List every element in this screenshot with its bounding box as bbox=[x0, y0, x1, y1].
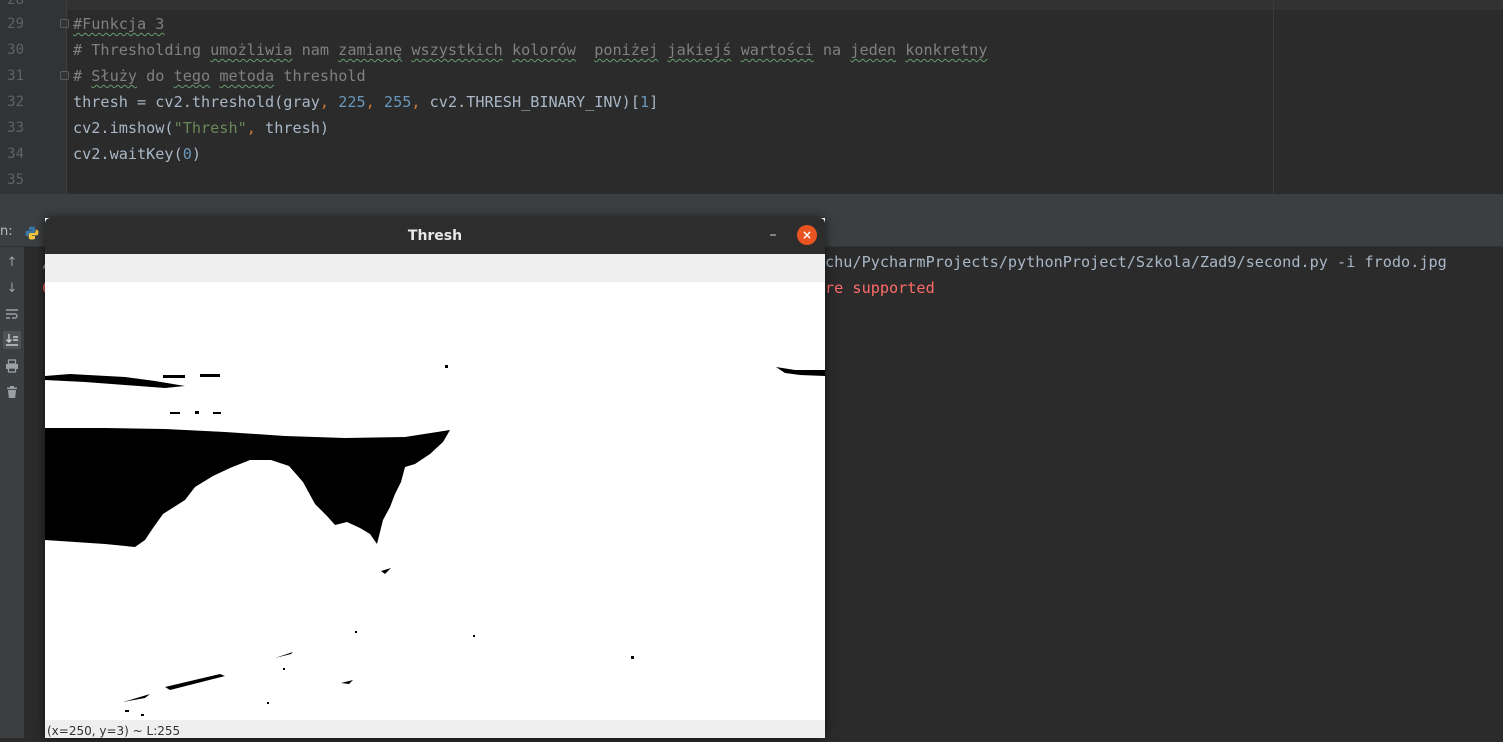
comment-text: threshold bbox=[274, 67, 366, 85]
comment-text bbox=[210, 67, 219, 85]
code-token: thresh) bbox=[265, 119, 330, 137]
right-margin-guide bbox=[1273, 0, 1274, 194]
comment-text: na bbox=[813, 41, 851, 59]
line-number-gutter: 28 29 30 31 32 33 34 35 bbox=[0, 0, 69, 194]
code-line-30[interactable]: # Thresholding umożliwia nam zamianę wsz… bbox=[73, 37, 988, 63]
code-line-33[interactable]: cv2.imshow("Thresh", thresh) bbox=[73, 115, 329, 141]
comment-text bbox=[896, 41, 905, 59]
code-number: 225 bbox=[338, 93, 366, 111]
up-arrow-icon[interactable]: ↑ bbox=[3, 253, 21, 271]
down-arrow-icon[interactable]: ↓ bbox=[3, 279, 21, 297]
line-number: 32 bbox=[7, 94, 24, 110]
fold-marker-icon[interactable] bbox=[60, 71, 69, 80]
comment-text: # bbox=[73, 67, 92, 85]
comment-text: # Thresholding bbox=[73, 41, 211, 59]
code-number: 255 bbox=[383, 93, 412, 111]
comment-word: kolorów bbox=[511, 41, 576, 59]
line-number: 33 bbox=[7, 120, 24, 136]
window-title: Thresh bbox=[407, 228, 463, 244]
comment-word: jakiejś bbox=[667, 41, 732, 59]
print-icon[interactable] bbox=[3, 357, 21, 375]
current-line-highlight bbox=[0, 0, 1503, 10]
comment-text: #Funkcja 3 bbox=[73, 15, 165, 33]
comment-word: metoda bbox=[219, 67, 275, 85]
scroll-to-end-icon[interactable] bbox=[3, 331, 21, 349]
window-toolbar bbox=[45, 254, 825, 282]
console-toolbar: ↑ ↓ bbox=[0, 247, 24, 738]
line-number: 34 bbox=[7, 146, 24, 162]
python-icon[interactable] bbox=[24, 225, 40, 241]
code-number: 1 bbox=[639, 93, 650, 111]
window-titlebar[interactable]: Thresh – × bbox=[45, 218, 825, 254]
comment-text bbox=[731, 41, 740, 59]
comment-word: jeden bbox=[850, 41, 897, 59]
code-punct: , bbox=[411, 93, 430, 111]
comment-text: nam bbox=[292, 41, 339, 59]
code-punct: , bbox=[365, 93, 384, 111]
console-error-line: re supported bbox=[825, 279, 935, 297]
panel-splitter[interactable] bbox=[0, 194, 1503, 220]
comment-text bbox=[576, 41, 594, 59]
comment-text bbox=[402, 41, 411, 59]
comment-word: wszystkich bbox=[411, 41, 503, 59]
line-number: 31 bbox=[7, 68, 24, 84]
code-punct: , bbox=[246, 119, 266, 137]
line-number: 29 bbox=[7, 16, 24, 32]
code-line-29[interactable]: #Funkcja 3 bbox=[73, 11, 164, 37]
code-token: cv2.waitKey( bbox=[73, 145, 183, 163]
code-string: "Thresh" bbox=[173, 119, 247, 137]
code-token: thresh = cv2.threshold(gray bbox=[73, 93, 320, 111]
binary-image bbox=[45, 282, 825, 720]
fold-marker-icon[interactable] bbox=[60, 19, 69, 28]
comment-word: wartości bbox=[740, 41, 814, 59]
comment-text bbox=[503, 41, 512, 59]
thresholded-image[interactable] bbox=[45, 282, 825, 720]
run-label: n: bbox=[0, 224, 13, 239]
line-number: 30 bbox=[7, 42, 24, 58]
code-token: cv2.imshow( bbox=[73, 119, 174, 137]
status-bar: (x=250, y=3) ~ L:255 bbox=[45, 720, 825, 738]
code-token: ) bbox=[191, 145, 202, 163]
comment-word: umożliwia bbox=[210, 41, 293, 59]
thresh-image-window[interactable]: Thresh – × (x=250, y=3) ~ L:255 bbox=[45, 218, 825, 738]
comment-word: zamianę bbox=[338, 41, 403, 59]
line-number: 35 bbox=[7, 172, 24, 188]
code-line-34[interactable]: cv2.waitKey(0) bbox=[73, 141, 201, 167]
comment-word: Służy bbox=[91, 67, 138, 85]
close-icon[interactable]: × bbox=[797, 225, 817, 245]
code-punct: , bbox=[319, 93, 339, 111]
trash-icon[interactable] bbox=[3, 383, 21, 401]
code-token: cv2.THRESH_BINARY_INV)[ bbox=[429, 93, 640, 111]
comment-text: do bbox=[137, 67, 174, 85]
code-line-31[interactable]: # Służy do tego metoda threshold bbox=[73, 63, 366, 89]
comment-word: tego bbox=[173, 67, 211, 85]
comment-word: poniżej bbox=[594, 41, 659, 59]
code-line-32[interactable]: thresh = cv2.threshold(gray, 225, 255, c… bbox=[73, 89, 658, 115]
comment-word: konkretny bbox=[905, 41, 988, 59]
console-command-line: chu/PycharmProjects/pythonProject/Szkola… bbox=[825, 253, 1447, 271]
minimize-icon[interactable]: – bbox=[763, 226, 783, 246]
code-editor[interactable]: 28 29 30 31 32 33 34 35 #Funkcja 3 # Thr… bbox=[0, 0, 1503, 194]
code-number: 0 bbox=[182, 145, 192, 163]
code-token: ] bbox=[649, 93, 659, 111]
soft-wrap-icon[interactable] bbox=[3, 305, 21, 323]
